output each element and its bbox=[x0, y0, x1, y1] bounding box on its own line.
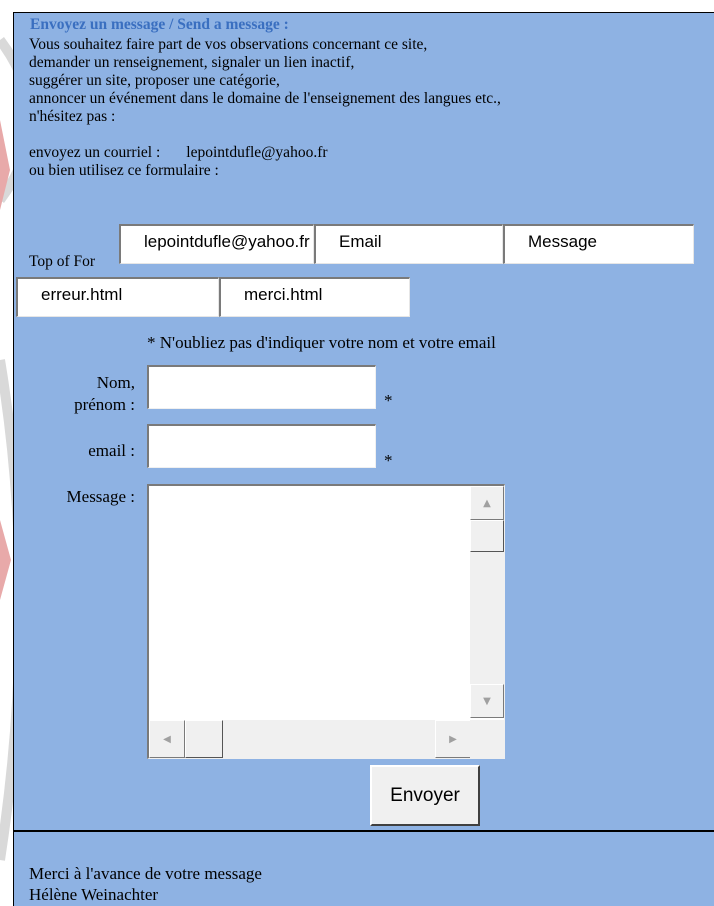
send-button[interactable]: Envoyer bbox=[370, 765, 480, 826]
email-contact-line: envoyez un courriel : lepointdufle@yahoo.… bbox=[29, 144, 709, 162]
name-input[interactable] bbox=[147, 365, 376, 409]
vertical-scrollbar[interactable]: ▲ ▼ bbox=[470, 486, 504, 718]
footer-author: Hélène Weinachter bbox=[29, 885, 159, 904]
scroll-down-arrow-icon[interactable]: ▼ bbox=[470, 684, 504, 718]
horizontal-scrollbar[interactable]: ◀ ▶ bbox=[149, 720, 471, 758]
email-label: envoyez un courriel : bbox=[29, 144, 161, 161]
email-field-label: email : bbox=[88, 441, 135, 460]
top-of-form-label: Top of For bbox=[29, 253, 96, 270]
intro-line: suggérer un site, proposer une catégorie… bbox=[29, 72, 280, 89]
required-fields-note: * N'oubliez pas d'indiquer votre nom et … bbox=[147, 333, 496, 352]
footer-signature: Merci à l'avance de votre message Hélène… bbox=[29, 863, 262, 905]
hidden-email-field[interactable]: Email bbox=[314, 224, 503, 264]
footer-thanks: Merci à l'avance de votre message bbox=[29, 864, 262, 883]
divider bbox=[14, 830, 714, 832]
contact-form-panel: Envoyez un message / Send a message : Vo… bbox=[13, 12, 714, 906]
hidden-recipient-field[interactable]: lepointdufle@yahoo.fr bbox=[119, 224, 314, 264]
intro-line: annoncer un événement dans le domaine de… bbox=[29, 90, 501, 107]
email-input[interactable] bbox=[147, 424, 376, 468]
page-title: Envoyez un message / Send a message : bbox=[30, 16, 289, 33]
hidden-error-page-field[interactable]: erreur.html bbox=[16, 277, 219, 317]
scroll-up-arrow-icon[interactable]: ▲ bbox=[470, 486, 504, 520]
intro-line: demander un renseignement, signaler un l… bbox=[29, 54, 355, 71]
scroll-left-arrow-icon[interactable]: ◀ bbox=[149, 720, 185, 758]
message-label: Message : bbox=[66, 487, 135, 506]
email-required-marker: * bbox=[384, 451, 393, 470]
hidden-message-field[interactable]: Message bbox=[503, 224, 694, 264]
name-label: Nom, prénom : bbox=[74, 373, 135, 414]
intro-text: Vous souhaitez faire part de vos observa… bbox=[29, 36, 709, 180]
hidden-thanks-page-field[interactable]: merci.html bbox=[219, 277, 410, 317]
vertical-scroll-thumb[interactable] bbox=[470, 520, 504, 552]
horizontal-scroll-thumb[interactable] bbox=[185, 720, 223, 758]
scrollbar-corner bbox=[470, 720, 504, 758]
scroll-right-arrow-icon[interactable]: ▶ bbox=[435, 720, 471, 758]
intro-line: Vous souhaitez faire part de vos observa… bbox=[29, 36, 428, 53]
name-required-marker: * bbox=[384, 391, 393, 410]
message-textarea[interactable]: ▲ ▼ ◀ ▶ bbox=[147, 484, 505, 759]
intro-line: n'hésitez pas : bbox=[29, 108, 116, 125]
email-address: lepointdufle@yahoo.fr bbox=[186, 144, 328, 161]
form-intro-line: ou bien utilisez ce formulaire : bbox=[29, 162, 219, 179]
